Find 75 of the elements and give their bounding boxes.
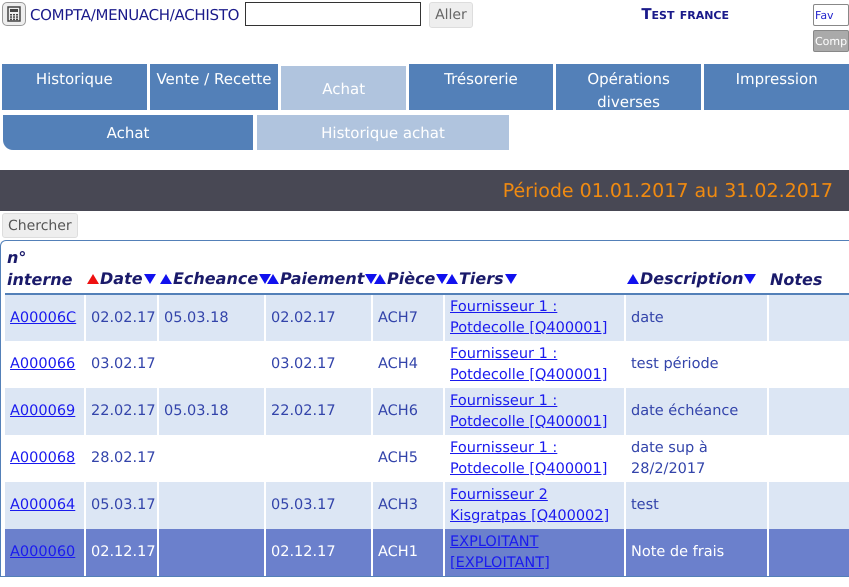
company-name: Test france [641,4,729,25]
table-row[interactable]: A000069 22.02.17 05.03.18 22.02.17 ACH6 Fournisseur 1 : Potdecolle [Q400001] date échéance [5,388,849,435]
column-header[interactable]: Description [640,268,744,290]
sort-up-icon[interactable] [87,273,99,285]
table-cell: date sup à 28/2/2017 [631,440,708,476]
sort-down-icon[interactable] [259,273,272,285]
table-cell: 05.03.18 [164,403,229,419]
sub-tab[interactable]: Achat [3,115,253,150]
sort-down-icon[interactable] [744,273,756,285]
sort-down-icon[interactable] [144,273,156,285]
table-cell: 02.12.17 [91,544,156,560]
table-cell: 03.02.17 [91,356,156,372]
calculator-icon [7,6,21,22]
column-header[interactable]: Echeance [173,268,258,290]
sort-up-icon[interactable] [446,273,458,285]
table-cell: 02.02.17 [91,310,156,326]
favorites-button[interactable]: Fav [813,4,849,26]
sort-up-icon[interactable] [160,273,172,285]
search-button[interactable]: Chercher [2,213,78,238]
period-label: Période 01.01.2017 au 31.02.2017 [502,180,833,202]
sort-up-icon[interactable] [627,273,639,285]
sort-down-icon[interactable] [504,273,517,285]
id-link[interactable]: A000069 [10,403,76,419]
table-row[interactable]: A000066 03.02.17 03.02.17 ACH4 Fournisseur 1 : Potdecolle [Q400001] test période [5,341,849,388]
id-link[interactable]: A000066 [10,356,76,372]
go-button[interactable]: Aller [429,2,473,28]
table-cell: 05.03.17 [271,497,336,513]
table-cell: ACH3 [378,497,418,513]
table-cell: ACH4 [378,356,418,372]
calculator-button[interactable] [2,2,26,26]
table-cell: test période [631,356,719,372]
table-cell: 22.02.17 [91,403,156,419]
table-cell: 02.02.17 [271,310,336,326]
id-link[interactable]: A00006C [10,310,76,326]
column-header[interactable]: Tiers [459,268,504,290]
path-input[interactable] [245,2,422,26]
table-cell: 28.02.17 [91,450,156,466]
table-cell: 05.03.18 [164,310,229,326]
supplier-link[interactable]: Fournisseur 1 : Potdecolle [Q400001] [450,344,619,386]
supplier-link[interactable]: Fournisseur 2 Kisgratpas [Q400002] [450,484,619,526]
table-cell: 05.03.17 [91,497,156,513]
table-cell: ACH6 [378,403,418,419]
table-cell: Note de frais [631,544,724,560]
column-header: n° interne [7,248,73,289]
nav-tab[interactable]: Impression [704,64,849,110]
table-cell: 03.02.17 [271,356,336,372]
nav-tab[interactable]: Opérations diverses [556,64,702,110]
sort-up-icon[interactable] [267,273,279,285]
id-link[interactable]: A000064 [10,497,76,513]
sort-down-icon[interactable] [365,273,378,285]
table-row[interactable]: A000064 05.03.17 05.03.17 ACH3 Fournisseur 2 Kisgratpas [Q400002] test [5,482,849,529]
menu-path: COMPTA/MENUACH/ACHISTO [30,5,240,26]
supplier-link[interactable]: Fournisseur 1 : Potdecolle [Q400001] [450,438,619,480]
table-cell: test [631,497,659,513]
nav-tab[interactable]: Historique [2,64,147,110]
table-cell: ACH1 [378,544,418,560]
supplier-link[interactable]: Fournisseur 1 : Potdecolle [Q400001] [450,390,619,432]
table-cell: 22.02.17 [271,403,336,419]
column-header: Notes [770,270,822,289]
table-cell: 02.12.17 [271,544,336,560]
sort-down-icon[interactable] [436,273,448,285]
column-header[interactable]: Pièce [387,268,436,290]
table-cell: date échéance [631,403,738,419]
nav-tab[interactable]: Trésorerie [409,64,553,110]
nav-tab[interactable]: Vente / Recette [150,64,278,110]
table-row[interactable]: A000068 28.02.17 ACH5 Fournisseur 1 : Potdecolle [Q400001] date sup à 28/2/2017 [5,435,849,482]
table-row[interactable]: A00006C 02.02.17 05.03.18 02.02.17 ACH7 Fournisseur 1 : Potdecolle [Q400001] date [5,294,849,341]
column-header[interactable]: Date [100,268,143,290]
table-cell: ACH5 [378,450,418,466]
id-link[interactable]: A000068 [10,450,76,466]
supplier-link[interactable]: Fournisseur 1 : Potdecolle [Q400001] [450,297,619,339]
table-cell: ACH7 [378,310,418,326]
table-cell: date [631,310,664,326]
sort-up-icon[interactable] [374,273,386,285]
column-header[interactable]: Paiement [280,268,364,290]
